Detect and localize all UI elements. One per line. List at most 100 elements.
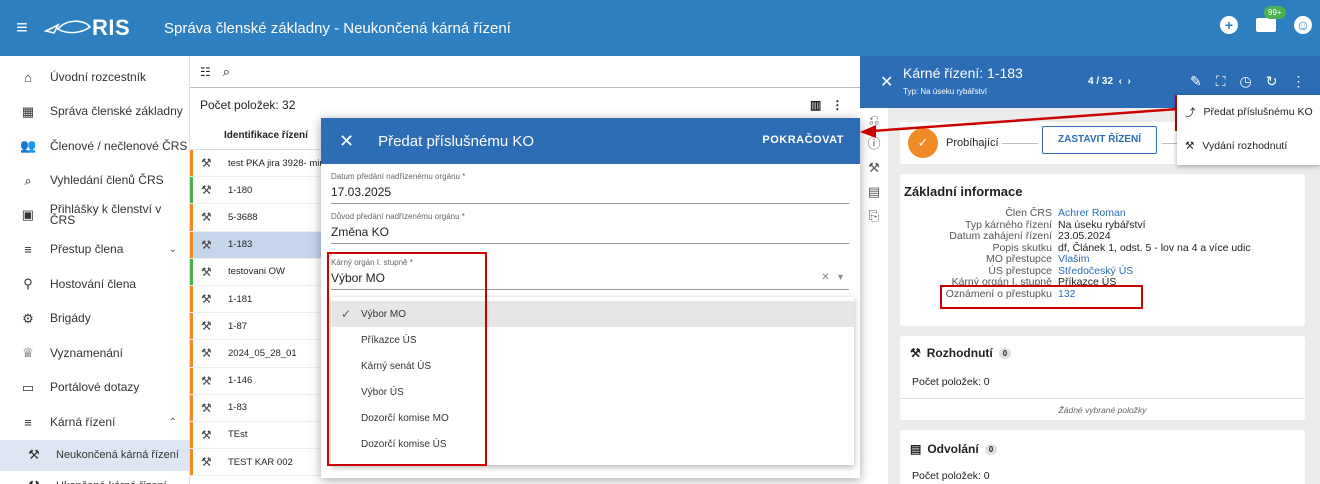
- sidebar-item[interactable]: ⚙ Brigády: [0, 302, 189, 337]
- row-id: 1-183: [228, 239, 253, 251]
- sidebar-item[interactable]: ♕ Vyznamenání: [0, 336, 189, 371]
- mail-icon[interactable]: 99+: [1256, 6, 1286, 32]
- fullscreen-icon[interactable]: ⛶: [1216, 73, 1226, 90]
- sidebar-item[interactable]: ▣ Přihlášky k členství v ČRS: [0, 198, 189, 233]
- sidebar-subitem[interactable]: ⚒Ukončená kárná řízení: [0, 471, 189, 484]
- row-id: 1-180: [228, 184, 253, 196]
- sidebar-item[interactable]: ⌕ Vyhledání členů ČRS: [0, 164, 189, 199]
- chevron-icon[interactable]: ⌄: [169, 244, 177, 255]
- chat-icon: ▭: [21, 379, 35, 395]
- more-vert-icon[interactable]: ⋮: [1292, 73, 1306, 90]
- row-id: test PKA jira 3928- mimo: [228, 157, 333, 169]
- attachment-icon[interactable]: ⎘: [860, 204, 888, 228]
- status-stripe: [190, 177, 193, 204]
- search-icon[interactable]: ⌕: [223, 64, 230, 80]
- search-row: ☷ ⌕: [190, 56, 860, 88]
- close-detail-icon[interactable]: ✕: [880, 72, 893, 92]
- home-icon: ⌂: [24, 69, 32, 85]
- refresh-icon[interactable]: ↻: [1266, 73, 1278, 90]
- gavel-icon: ⚒: [201, 400, 212, 415]
- row-id: TEST KAR 002: [228, 456, 293, 468]
- user-icon[interactable]: ☺: [1294, 16, 1312, 34]
- gavel-rail-icon[interactable]: ⚒: [860, 156, 888, 180]
- menu-item-decision[interactable]: ⚒ Vydání rozhodnutí: [1177, 129, 1320, 163]
- info-key: Datum zahájení řízení: [949, 230, 1052, 242]
- sidebar-item[interactable]: ⚲ Hostování člena: [0, 267, 189, 302]
- gavel-icon: ⚒: [201, 156, 212, 171]
- clear-icon[interactable]: ✕: [821, 272, 829, 283]
- sidebar-item[interactable]: 👥 Členové / nečlenové ČRS: [0, 129, 189, 164]
- menu-icon[interactable]: ≡: [0, 17, 44, 40]
- prev-icon[interactable]: ‹: [1119, 76, 1122, 87]
- continue-button[interactable]: POKRAČOVAT: [762, 134, 844, 146]
- context-menu: ⤴ Předat příslušnému KO ⚒ Vydání rozhodnut…: [1177, 95, 1320, 165]
- side-rail: ⎌ ⓘ ⚒ ▤ ⎘: [860, 108, 888, 484]
- trophy-icon: ♕: [22, 345, 34, 361]
- transfer-icon: ⤴: [1185, 106, 1196, 119]
- close-dialog-icon[interactable]: ✕: [339, 131, 354, 152]
- sidebar-item[interactable]: ▦ Správa členské základny: [0, 95, 189, 130]
- gavel-check-icon: ⚒: [26, 478, 42, 484]
- reason-field[interactable]: Důvod předání nadřízenému orgánu * Změna…: [331, 212, 849, 244]
- list-icon: ≡: [24, 242, 32, 258]
- decisions-count: 0: [998, 347, 1012, 359]
- document-icon: ▤: [910, 442, 922, 456]
- list-icon: ≡: [24, 414, 32, 430]
- gavel-icon: ⚒: [201, 455, 212, 470]
- appeals-count: 0: [984, 443, 998, 455]
- filter-icon[interactable]: ☷: [200, 65, 211, 79]
- edit-icon[interactable]: ✎: [1190, 73, 1202, 90]
- fish-logo-icon: [44, 20, 92, 34]
- detail-subtitle: Typ: Na úseku rybářství: [903, 87, 988, 96]
- next-icon[interactable]: ›: [1128, 76, 1131, 87]
- gavel-x-icon: ⚒: [28, 447, 40, 462]
- dropdown-arrow-icon[interactable]: ▾: [838, 272, 843, 283]
- people-icon: 👥: [20, 138, 37, 154]
- sidebar-item[interactable]: ⌂ Úvodní rozcestník: [0, 60, 189, 95]
- gavel-icon: ⚒: [201, 319, 212, 334]
- detail-title: Kárné řízení: 1-183: [903, 65, 1023, 81]
- top-bar: ≡ RIS Správa členské základny - Neukonče…: [0, 0, 1320, 56]
- decisions-card: ⚒ Rozhodnutí 0 Počet položek: 0 Žádné vy…: [900, 336, 1305, 420]
- gavel-icon: ⚒: [201, 427, 212, 442]
- history-icon[interactable]: ◷: [1240, 73, 1252, 90]
- info-row: MO přestupce Vlašim: [900, 253, 1305, 266]
- sidebar-item[interactable]: ▭ Portálové dotazy: [0, 371, 189, 406]
- row-id: TEst: [228, 429, 248, 441]
- row-id: 1-87: [228, 320, 248, 332]
- basic-info-title: Základní informace: [904, 184, 1023, 199]
- menu-item-transfer[interactable]: ⤴ Předat příslušnému KO: [1177, 95, 1320, 129]
- row-id: 1-83: [228, 402, 248, 414]
- row-id: 2024_05_28_01: [228, 347, 297, 359]
- status-stripe: [190, 313, 193, 340]
- logo: RIS: [44, 15, 164, 41]
- gavel-icon: ⚒: [201, 292, 212, 307]
- transfer-dialog: ✕ Předat příslušnému KO POKRAČOVAT Datum…: [321, 118, 860, 478]
- status-stripe: [190, 285, 193, 313]
- gavel-icon: ⚒: [201, 183, 212, 198]
- member-card-icon: ▣: [21, 207, 35, 223]
- pager: 4 / 32: [1088, 76, 1114, 87]
- row-id: testovani OW: [228, 266, 286, 278]
- info-row: Popis skutku df, Článek 1, odst. 5 - lov …: [900, 242, 1305, 255]
- info-row: Člen ČRS Achrer Roman: [900, 207, 1305, 220]
- appeals-items-label: Počet položek: 0: [912, 470, 990, 482]
- sidebar: ⌂ Úvodní rozcestník ▦ Správa členské základ…: [0, 56, 190, 484]
- info-value[interactable]: Vlašim: [1058, 253, 1090, 266]
- guest-icon: ⚲: [23, 276, 33, 292]
- gavel-icon: ⚒: [201, 373, 212, 388]
- add-icon[interactable]: +: [1220, 16, 1238, 34]
- sidebar-item[interactable]: ≡ Kárná řízení ⌃: [0, 405, 189, 440]
- info-value[interactable]: Achrer Roman: [1058, 207, 1126, 220]
- columns-icon[interactable]: ▥: [810, 98, 831, 112]
- sidebar-item[interactable]: ≡ Přestup člena ⌄: [0, 233, 189, 268]
- sidebar-subitem[interactable]: ⚒ Neukončená kárná řízení: [0, 439, 189, 471]
- decisions-empty: Žádné vybrané položky: [900, 398, 1305, 415]
- status-stripe: [190, 258, 193, 285]
- doc-rail-icon[interactable]: ▤: [860, 180, 888, 204]
- chevron-icon[interactable]: ⌃: [169, 417, 177, 428]
- status-stripe: [190, 394, 193, 421]
- date-field[interactable]: Datum předání nadřízenému orgánu * 17.03…: [331, 172, 849, 204]
- item-count: Počet položek: 32: [200, 98, 296, 112]
- row-id: 1-181: [228, 293, 253, 305]
